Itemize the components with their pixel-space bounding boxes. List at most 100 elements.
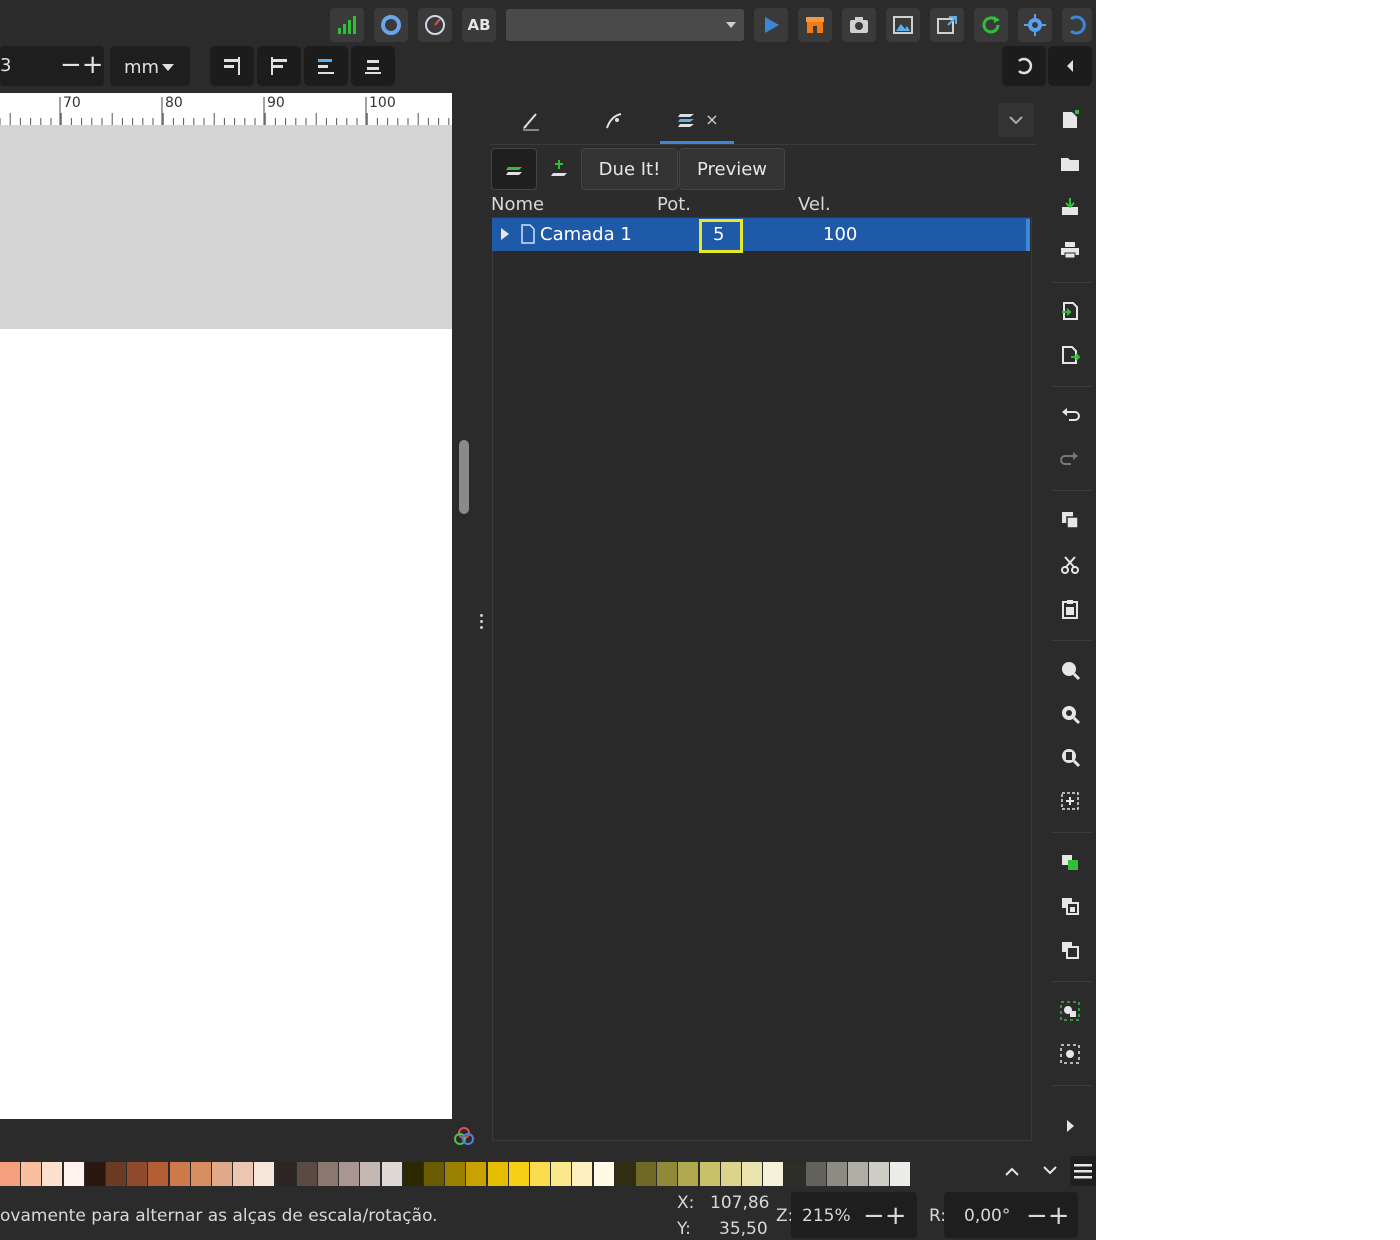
color-swatch[interactable] — [148, 1162, 169, 1186]
color-swatch[interactable] — [487, 1162, 508, 1186]
tab-menu-button[interactable] — [998, 103, 1034, 137]
list-scrollbar[interactable] — [1026, 219, 1030, 251]
store-icon[interactable] — [798, 8, 832, 42]
new-document-icon[interactable] — [1056, 106, 1084, 134]
palette-scroll-down-icon[interactable] — [1038, 1158, 1062, 1182]
tab-path-effects[interactable] — [572, 97, 656, 144]
zoom-drawing-icon[interactable] — [1056, 700, 1084, 728]
rotation-field[interactable]: 0,00° −+ — [944, 1192, 1078, 1238]
layer-mode-button[interactable] — [491, 148, 537, 190]
zoom-stepper-icon[interactable]: −+ — [863, 1201, 907, 1231]
rotation-stepper-icon[interactable]: −+ — [1026, 1201, 1070, 1231]
scrollbar-thumb[interactable] — [459, 440, 469, 514]
due-it-button[interactable]: Due It! — [581, 148, 678, 190]
color-swatch[interactable] — [508, 1162, 529, 1186]
color-swatch[interactable] — [551, 1162, 572, 1186]
color-swatch[interactable] — [424, 1162, 444, 1186]
color-swatch[interactable] — [190, 1162, 211, 1186]
copy-icon[interactable] — [1056, 506, 1084, 534]
color-swatch[interactable] — [826, 1162, 847, 1186]
duplicate-icon[interactable] — [1056, 848, 1084, 876]
palette-menu-icon[interactable] — [1070, 1156, 1096, 1186]
spinner-icon[interactable] — [1062, 8, 1092, 42]
print-icon[interactable] — [1056, 236, 1084, 264]
color-swatch[interactable] — [763, 1162, 784, 1186]
color-swatch[interactable] — [212, 1162, 232, 1186]
color-swatch[interactable] — [657, 1162, 678, 1186]
clone-icon[interactable] — [1056, 892, 1084, 920]
column-header-vel[interactable]: Vel. — [798, 194, 831, 215]
minus-plus-icon[interactable]: −+ — [60, 50, 104, 80]
unit-dropdown[interactable]: mm — [110, 46, 190, 86]
color-swatch[interactable] — [63, 1162, 84, 1186]
expand-arrow-icon[interactable] — [501, 228, 509, 240]
color-swatch[interactable] — [127, 1162, 148, 1186]
color-swatch[interactable] — [848, 1162, 868, 1186]
color-swatch[interactable] — [360, 1162, 381, 1186]
cut-icon[interactable] — [1056, 551, 1084, 579]
zoom-value[interactable]: 215% — [802, 1206, 851, 1226]
zoom-field[interactable]: 215% −+ — [791, 1192, 917, 1238]
add-layer-button[interactable] — [539, 148, 579, 190]
color-swatch[interactable] — [636, 1162, 656, 1186]
image-icon[interactable] — [886, 8, 920, 42]
color-swatch[interactable] — [530, 1162, 550, 1186]
align-top-edge-icon[interactable] — [304, 46, 348, 86]
value-field[interactable]: 3 −+ — [0, 46, 104, 86]
color-swatch[interactable] — [106, 1162, 126, 1186]
undo-icon[interactable] — [1056, 401, 1084, 429]
color-swatch[interactable] — [720, 1162, 741, 1186]
color-swatch[interactable] — [169, 1162, 190, 1186]
color-swatch[interactable] — [84, 1162, 105, 1186]
preview-button[interactable]: Preview — [679, 148, 785, 190]
color-swatch[interactable] — [572, 1162, 593, 1186]
lifebuoy-icon[interactable] — [374, 8, 408, 42]
camera-icon[interactable] — [842, 8, 876, 42]
align-bottom-edge-icon[interactable] — [351, 46, 395, 86]
tab-fill-stroke[interactable] — [490, 97, 572, 144]
color-swatch[interactable] — [318, 1162, 338, 1186]
group-icon[interactable] — [1056, 997, 1084, 1025]
color-swatch[interactable] — [742, 1162, 762, 1186]
zoom-selection-icon[interactable] — [1056, 656, 1084, 684]
color-swatch[interactable] — [402, 1162, 423, 1186]
color-swatch[interactable] — [233, 1162, 254, 1186]
horizontal-scrollbar[interactable] — [0, 1119, 452, 1153]
refresh-icon[interactable] — [974, 8, 1008, 42]
canvas-desk[interactable] — [0, 125, 452, 329]
color-swatch[interactable] — [0, 1162, 20, 1186]
color-swatch[interactable] — [254, 1162, 275, 1186]
import-icon[interactable] — [1056, 297, 1084, 325]
paste-icon[interactable] — [1056, 595, 1084, 623]
tab-layers[interactable]: × — [660, 97, 734, 144]
color-swatch[interactable] — [805, 1162, 826, 1186]
signal-bars-icon[interactable] — [330, 8, 364, 42]
color-swatch[interactable] — [466, 1162, 487, 1186]
export-icon[interactable] — [1056, 341, 1084, 369]
color-swatch[interactable] — [445, 1162, 466, 1186]
color-swatch[interactable] — [784, 1162, 805, 1186]
rotate-icon[interactable] — [1002, 46, 1046, 86]
color-swatch[interactable] — [21, 1162, 42, 1186]
palette-scroll-up-icon[interactable] — [1000, 1160, 1024, 1184]
color-swatch[interactable] — [381, 1162, 402, 1186]
ab-text-button[interactable]: AB — [462, 8, 496, 42]
color-swatch[interactable] — [42, 1162, 63, 1186]
collapse-left-icon[interactable] — [1048, 46, 1092, 86]
gauge-icon[interactable] — [418, 8, 452, 42]
more-commands-icon[interactable] — [1056, 1112, 1084, 1140]
canvas-page[interactable] — [0, 329, 452, 1119]
color-swatch[interactable] — [890, 1162, 911, 1186]
align-left-edge-icon[interactable] — [210, 46, 254, 86]
layer-list[interactable] — [492, 217, 1032, 1141]
layer-row[interactable]: Camada 1 5 100 — [492, 218, 1030, 251]
column-header-pot[interactable]: Pot. — [657, 194, 691, 215]
color-swatch[interactable] — [339, 1162, 360, 1186]
dock-handle-icon[interactable] — [480, 614, 484, 630]
ungroup-icon[interactable] — [1056, 1040, 1084, 1068]
align-right-edge-icon[interactable] — [257, 46, 301, 86]
play-icon[interactable] — [754, 8, 788, 42]
redo-icon[interactable] — [1056, 445, 1084, 473]
color-swatch[interactable] — [614, 1162, 635, 1186]
rotation-value[interactable]: 0,00° — [964, 1206, 1010, 1226]
